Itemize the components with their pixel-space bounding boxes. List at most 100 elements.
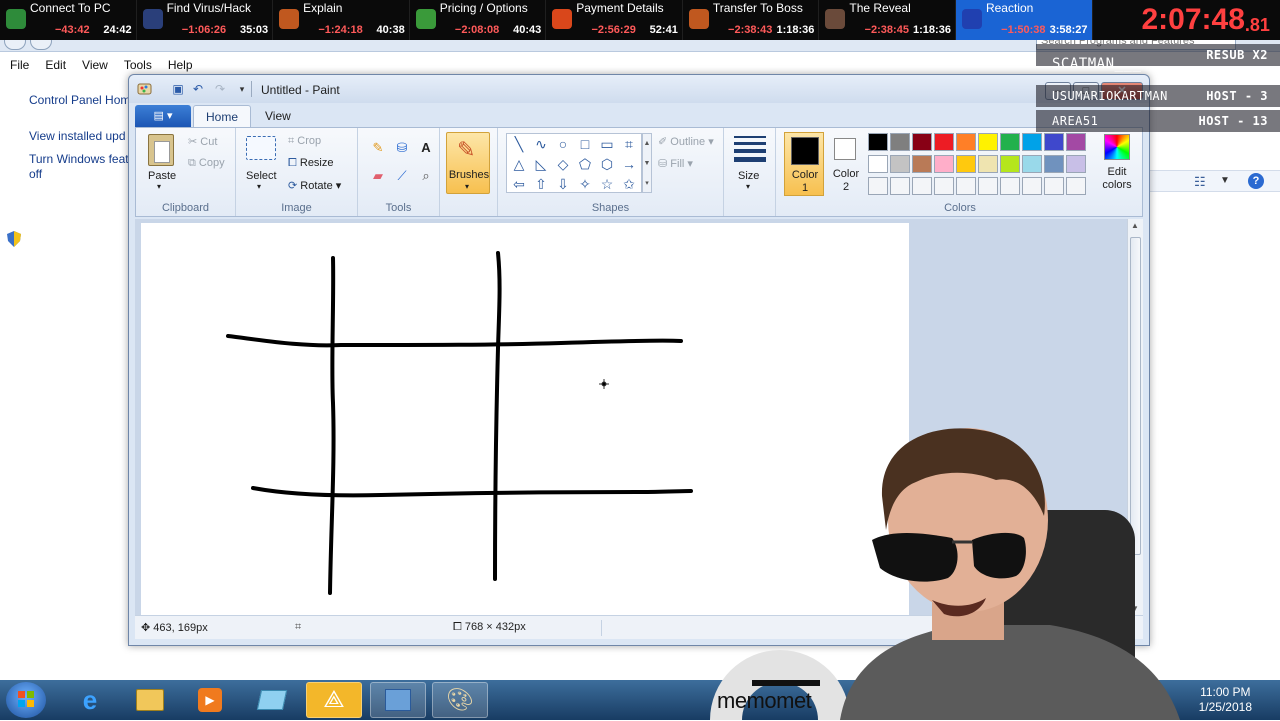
- palette-swatch[interactable]: [1044, 155, 1064, 173]
- shape-option-icon[interactable]: ⇩: [553, 175, 573, 193]
- palette-swatch[interactable]: [912, 155, 932, 173]
- palette-swatch[interactable]: [1066, 133, 1086, 151]
- palette-swatch[interactable]: [1022, 177, 1042, 195]
- palette-swatch[interactable]: [912, 133, 932, 151]
- palette-swatch[interactable]: [978, 155, 998, 173]
- palette-swatch[interactable]: [978, 133, 998, 151]
- taskbar-notes-app[interactable]: [244, 682, 300, 718]
- undo-icon[interactable]: ↶: [191, 82, 205, 96]
- palette-swatch[interactable]: [956, 133, 976, 151]
- chevron-down-icon[interactable]: ▾: [746, 182, 750, 191]
- shapes-gallery[interactable]: ╲ ∿ ○ □ ▭ ⌗ △ ◺ ◇ ⬠ ⬡ → ⇦ ⇧ ⇩ ✧ ☆ ✩: [506, 133, 642, 193]
- shape-option-icon[interactable]: ☆: [597, 175, 617, 193]
- palette-swatch[interactable]: [912, 177, 932, 195]
- rotate-button[interactable]: ⟳ Rotate ▾: [288, 179, 341, 192]
- menu-file[interactable]: File: [10, 58, 29, 80]
- paste-icon[interactable]: [148, 134, 174, 166]
- pencil-icon[interactable]: ✎: [368, 138, 388, 158]
- text-tool-icon[interactable]: A: [416, 138, 436, 158]
- crop-button[interactable]: ⌗ Crop: [288, 135, 321, 148]
- brushes-button[interactable]: ✎ Brushes ▾: [446, 132, 490, 194]
- palette-swatch[interactable]: [1000, 155, 1020, 173]
- redo-icon[interactable]: ↷: [213, 82, 227, 96]
- control-panel-home-link[interactable]: Control Panel Hom: [29, 93, 130, 107]
- taskbar-media-player[interactable]: ▶: [182, 682, 238, 718]
- chevron-down-icon[interactable]: ▾: [157, 182, 161, 191]
- palette-swatch[interactable]: [934, 177, 954, 195]
- drawing-canvas[interactable]: [141, 223, 909, 615]
- palette-swatch[interactable]: [890, 155, 910, 173]
- taskbar-file-explorer[interactable]: [122, 682, 178, 718]
- edit-colors-button[interactable]: Edit colors: [1096, 132, 1138, 196]
- shape-option-icon[interactable]: ⬡: [597, 155, 617, 173]
- paste-button[interactable]: Paste: [148, 170, 176, 182]
- shape-option-icon[interactable]: ▭: [597, 135, 617, 153]
- palette-swatch[interactable]: [890, 133, 910, 151]
- select-button[interactable]: Select: [246, 170, 277, 182]
- palette-swatch[interactable]: [1066, 155, 1086, 173]
- shape-option-icon[interactable]: △: [509, 155, 529, 173]
- eraser-icon[interactable]: ▰: [368, 166, 388, 186]
- palette-swatch[interactable]: [934, 133, 954, 151]
- shape-option-icon[interactable]: ⌗: [619, 135, 639, 153]
- taskbar-control-panel[interactable]: [370, 682, 426, 718]
- menu-edit[interactable]: Edit: [45, 58, 66, 80]
- palette-swatch[interactable]: [978, 177, 998, 195]
- palette-swatch[interactable]: [890, 177, 910, 195]
- shape-option-icon[interactable]: ⬠: [575, 155, 595, 173]
- size-button[interactable]: Size: [738, 170, 759, 182]
- select-icon[interactable]: [246, 136, 276, 160]
- shape-option-icon[interactable]: □: [575, 135, 595, 153]
- palette-swatch[interactable]: [1022, 133, 1042, 151]
- palette-swatch[interactable]: [868, 155, 888, 173]
- view-options-icon[interactable]: ☷: [1194, 174, 1206, 190]
- turn-windows-features-link-cont[interactable]: off: [29, 167, 42, 181]
- palette-swatch[interactable]: [1044, 133, 1064, 151]
- palette-swatch[interactable]: [1044, 177, 1064, 195]
- palette-swatch[interactable]: [868, 133, 888, 151]
- shape-option-icon[interactable]: ⇦: [509, 175, 529, 193]
- system-clock[interactable]: 11:00 PM 1/25/2018: [1199, 685, 1252, 715]
- taskbar-internet-explorer[interactable]: e: [62, 682, 118, 718]
- shape-option-icon[interactable]: ⇧: [531, 175, 551, 193]
- palette-swatch[interactable]: [956, 177, 976, 195]
- taskbar-paint[interactable]: 🎨︎: [432, 682, 488, 718]
- magnifier-icon[interactable]: ⌕: [416, 166, 436, 186]
- menu-view[interactable]: View: [82, 58, 108, 80]
- fill-bucket-icon[interactable]: ⛁: [392, 138, 412, 158]
- palette-swatch[interactable]: [1022, 155, 1042, 173]
- shape-option-icon[interactable]: ✩: [619, 175, 639, 193]
- shapes-gallery-scroll[interactable]: ▲ ▼ ▾: [642, 133, 652, 193]
- color-picker-icon[interactable]: ⟋: [392, 166, 412, 186]
- save-icon[interactable]: ▣: [171, 82, 185, 96]
- palette-swatch[interactable]: [1000, 133, 1020, 151]
- palette-swatch[interactable]: [1000, 177, 1020, 195]
- palette-swatch[interactable]: [956, 155, 976, 173]
- shape-option-icon[interactable]: ○: [553, 135, 573, 153]
- cut-button[interactable]: ✂ Cut: [188, 135, 217, 148]
- shape-option-icon[interactable]: ◺: [531, 155, 551, 173]
- help-icon[interactable]: ?: [1248, 173, 1264, 189]
- shape-option-icon[interactable]: →: [619, 155, 639, 173]
- tab-view[interactable]: View: [253, 105, 303, 127]
- resize-button[interactable]: ⧠ Resize: [288, 157, 334, 170]
- outline-button[interactable]: ✐ Outline ▾: [658, 135, 714, 148]
- tab-home[interactable]: Home: [193, 105, 252, 127]
- view-installed-updates-link[interactable]: View installed upd: [29, 129, 126, 143]
- customize-qat-icon[interactable]: ▾: [235, 82, 249, 96]
- fill-button[interactable]: ⛁ Fill ▾: [658, 157, 693, 170]
- palette-swatch[interactable]: [1066, 177, 1086, 195]
- scroll-up-icon[interactable]: ▲: [1131, 221, 1139, 230]
- paint-menu-button[interactable]: ▤ ▾: [135, 105, 191, 127]
- shape-option-icon[interactable]: ∿: [531, 135, 551, 153]
- start-button[interactable]: [6, 682, 46, 718]
- palette-swatch[interactable]: [934, 155, 954, 173]
- color1-button[interactable]: Color 1: [784, 132, 824, 196]
- copy-button[interactable]: ⧉ Copy: [188, 157, 225, 170]
- shape-option-icon[interactable]: ✧: [575, 175, 595, 193]
- color2-button[interactable]: Color 2: [828, 132, 864, 196]
- turn-windows-features-link[interactable]: Turn Windows feat: [29, 152, 129, 166]
- palette-swatch[interactable]: [868, 177, 888, 195]
- shape-option-icon[interactable]: ╲: [509, 135, 529, 153]
- chevron-down-icon[interactable]: ▼: [1220, 175, 1230, 186]
